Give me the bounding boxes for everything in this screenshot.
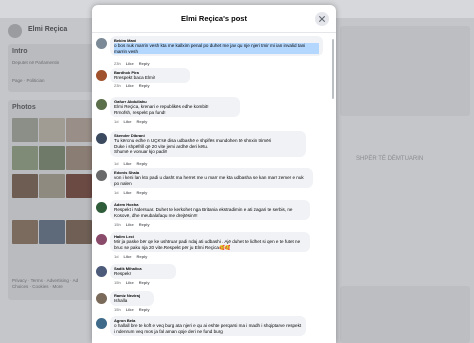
intro-sub: Page · Politician xyxy=(12,78,45,83)
photo-thumbnail[interactable] xyxy=(12,174,38,198)
comment-bubble: Ramiz Neziraj Ishalla xyxy=(110,291,154,306)
comment-timestamp[interactable]: 1d xyxy=(114,119,118,124)
comment-actions: 23h Like Reply xyxy=(114,83,150,88)
photos-card: Photos Privacy · Terms · Advertising · A… xyxy=(8,100,94,300)
comment-timestamp[interactable]: 23h xyxy=(114,83,121,88)
commenter-avatar[interactable] xyxy=(96,234,107,245)
scrollbar[interactable] xyxy=(332,39,334,99)
photos-heading: Photos xyxy=(12,104,36,111)
commenter-avatar[interactable] xyxy=(96,70,107,81)
comment-text: Rrespekt baca Elmi! xyxy=(114,75,156,80)
post-dialog: Elmi Reçica's post Bekim Mani o bos nuk m… xyxy=(92,5,336,343)
comment-timestamp[interactable]: 15h xyxy=(114,222,121,227)
like-button[interactable]: Like xyxy=(126,61,134,66)
like-button[interactable]: Like xyxy=(123,119,131,124)
reply-button[interactable]: Reply xyxy=(136,119,147,124)
comment-bubble: Bardhok Pira Rrespekt baca Elmi! xyxy=(110,68,190,83)
commenter-avatar[interactable] xyxy=(96,202,107,213)
reply-button[interactable]: Reply xyxy=(139,222,150,227)
photo-thumbnail[interactable] xyxy=(39,146,65,170)
comment-bubble: Bekim Mani o bos nuk marrin vesh kta me k… xyxy=(110,36,323,57)
photo-thumbnail[interactable] xyxy=(39,174,65,198)
close-icon xyxy=(319,16,325,22)
like-button[interactable]: Like xyxy=(126,222,134,227)
commenter-avatar[interactable] xyxy=(96,170,107,181)
profile-avatar xyxy=(8,24,22,38)
commenter-avatar[interactable] xyxy=(96,38,107,49)
intro-line: Deputet në Parlamentin xyxy=(12,60,60,65)
dialog-header: Elmi Reçica's post xyxy=(92,5,336,33)
reply-button[interactable]: Reply xyxy=(136,190,147,195)
comment-text: von i keni lan kto padi u dasht ma herre… xyxy=(114,175,304,186)
intro-heading: Intro xyxy=(12,48,28,55)
reply-button[interactable]: Reply xyxy=(139,280,150,285)
reply-button[interactable]: Reply xyxy=(139,61,150,66)
comment-actions: 1d Like Reply xyxy=(114,161,147,166)
like-button[interactable]: Like xyxy=(123,161,131,166)
close-button[interactable] xyxy=(315,12,329,26)
comment-text: Respekr xyxy=(114,271,132,276)
feed-post-card xyxy=(340,286,470,343)
like-button[interactable]: Like xyxy=(123,190,131,195)
commenter-avatar[interactable] xyxy=(96,318,107,329)
comment-actions: 15h Like Reply xyxy=(114,307,150,312)
comment-timestamp[interactable]: 1d xyxy=(114,254,118,259)
commenter-avatar[interactable] xyxy=(96,266,107,277)
comment-text: Ishalla xyxy=(114,298,128,303)
comment-timestamp[interactable]: 23h xyxy=(114,61,121,66)
commenter-avatar[interactable] xyxy=(96,293,107,304)
comment-text: Elmi Reçica, krenari e republikës edhe k… xyxy=(114,104,209,115)
comment-text: o bos nuk marrin vesh kta me kallxim pen… xyxy=(114,43,319,55)
commenter-avatar[interactable] xyxy=(96,99,107,110)
intro-card: Intro Deputet në Parlamentin Page · Poli… xyxy=(8,44,94,92)
like-button[interactable]: Like xyxy=(123,254,131,259)
photo-thumbnail[interactable] xyxy=(66,118,92,142)
comment-text: Tu kërcnu edhe n UÇK'së disa udbashë e s… xyxy=(114,138,272,155)
feed-post-card xyxy=(340,26,470,116)
comment-actions: 1d Like Reply xyxy=(114,254,147,259)
photo-thumbnail[interactable] xyxy=(12,146,38,170)
comment-bubble: Skender Dibrani Tu kërcnu edhe n UÇK'së d… xyxy=(110,131,306,158)
comment-bubble: Edonis Shala von i keni lan kto padi u da… xyxy=(110,168,313,189)
footer-links: Privacy · Terms · Advertising · Ad Choic… xyxy=(12,278,79,289)
comment-actions: 15h Like Reply xyxy=(114,280,150,285)
comment-actions: 1d Like Reply xyxy=(114,119,147,124)
comments-list: Bekim Mani o bos nuk marrin vesh kta me k… xyxy=(92,34,336,343)
comment-bubble: Adem Hoxha Respekt i Ndersuar. Duhet te k… xyxy=(110,200,310,221)
photo-thumbnail[interactable] xyxy=(66,174,92,198)
photo-thumbnail[interactable] xyxy=(66,220,92,244)
comment-text: o hallall bre te koft e veq burg ata nje… xyxy=(114,323,302,334)
comment-timestamp[interactable]: 15h xyxy=(114,280,121,285)
photo-thumbnail[interactable] xyxy=(39,118,65,142)
reply-button[interactable]: Reply xyxy=(136,161,147,166)
comment-text: Mir ja paske bër qe ke ushtruar padi nda… xyxy=(114,239,301,250)
reply-button[interactable]: Reply xyxy=(136,254,147,259)
profile-name: Elmi Reçica xyxy=(28,26,68,33)
comment-bubble: Agron Bela o hallall bre te koft e veq bu… xyxy=(110,316,306,337)
reply-button[interactable]: Reply xyxy=(139,307,150,312)
comment-bubble: Sadik Mihalica Respekr xyxy=(110,264,176,279)
comment-timestamp[interactable]: 1d xyxy=(114,161,118,166)
right-feed-column: SHPËR TË DËMTUARIN xyxy=(340,26,474,343)
comment-actions: 15h Like Reply xyxy=(114,222,150,227)
photo-thumbnail[interactable] xyxy=(12,220,38,244)
photo-thumbnail[interactable] xyxy=(12,118,38,142)
comment-bubble: Halim Leci Mir ja paske bër qe ke ushtrua… xyxy=(110,232,310,253)
comment-bubble: Gafurr Abdullahu Elmi Reçica, krenari e r… xyxy=(110,97,240,118)
photo-thumbnail[interactable] xyxy=(66,146,92,170)
dialog-title: Elmi Reçica's post xyxy=(181,14,247,23)
reply-button[interactable]: Reply xyxy=(139,83,150,88)
like-button[interactable]: Like xyxy=(126,280,134,285)
like-button[interactable]: Like xyxy=(126,307,134,312)
commenter-avatar[interactable] xyxy=(96,133,107,144)
comment-timestamp[interactable]: 1d xyxy=(114,190,118,195)
comment-actions: 23h Like Reply xyxy=(114,61,150,66)
comment-timestamp[interactable]: 15h xyxy=(114,307,121,312)
photo-thumbnail[interactable] xyxy=(39,220,65,244)
post-image-caption: SHPËR TË DËMTUARIN xyxy=(356,156,424,162)
like-button[interactable]: Like xyxy=(126,83,134,88)
comment-text: Respekt i Ndersuar. Duhet te kerkohet ng… xyxy=(114,207,293,218)
comment-actions: 1d Like Reply xyxy=(114,190,147,195)
